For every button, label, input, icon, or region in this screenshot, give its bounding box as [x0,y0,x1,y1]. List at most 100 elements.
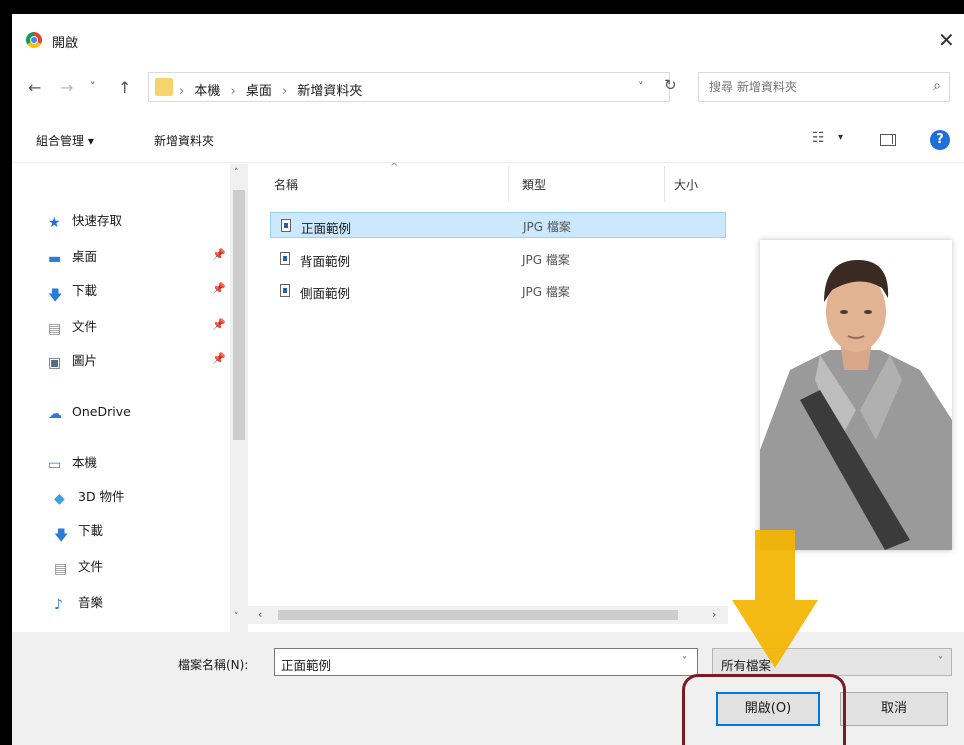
search-input[interactable] [707,79,911,95]
scroll-left-icon[interactable]: ‹ [258,608,262,621]
preview-pane-image [760,240,952,550]
search-box[interactable]: ⌕ [698,72,950,102]
filename-input[interactable]: 正面範例 [274,648,698,676]
organize-menu-button[interactable]: 組合管理 ▾ [36,132,94,149]
filename-label: 檔案名稱(N): [178,658,249,672]
pin-icon[interactable]: 📌 [212,318,226,331]
sidebar-item-label: OneDrive [72,404,131,419]
close-icon[interactable]: ✕ [938,28,955,52]
column-header-type[interactable]: 類型 [522,176,546,193]
file-row[interactable]: 正面範例 JPG 檔案 [270,212,726,238]
sidebar-item-label: 文件 [72,319,98,334]
sidebar-item[interactable]: ▣ 圖片 [48,350,97,372]
document-icon: ▤ [48,320,62,337]
pin-icon[interactable]: 📌 [212,352,226,365]
column-header-size[interactable]: 大小 [674,176,698,193]
column-separator[interactable] [508,166,509,202]
sidebar-item-label: 音樂 [78,595,104,610]
sort-ascending-caret-icon: ^ [390,162,399,173]
forward-arrow-icon[interactable]: → [60,78,73,97]
music-icon: ♪ [54,596,63,613]
sidebar-item-label: 文件 [78,559,104,574]
sidebar-item[interactable]: ▤ 文件 [48,316,97,338]
filename-dropdown-chevron-icon[interactable]: ˅ [682,656,687,667]
file-name: 背面範例 [300,254,351,269]
new-folder-button[interactable]: 新增資料夾 [154,132,214,149]
breadcrumb: › 本機 › 桌面 › 新增資料夾 [179,80,368,99]
open-file-dialog: 開啟 ✕ ← → ˅ ↑ › 本機 › 桌面 › 新增資料夾 ˅ ↻ ⌕ 組合管… [12,14,964,745]
sidebar-item-label: 本機 [72,455,98,470]
refresh-icon[interactable]: ↻ [664,76,677,94]
computer-icon: ▭ [48,456,62,473]
sidebar-item[interactable]: ▭ 本機 [48,452,97,474]
command-toolbar: 組合管理 ▾ 新增資料夾 ☷ ▾ ? [12,118,964,163]
breadcrumb-separator-icon: › [179,84,185,99]
breadcrumb-desktop[interactable]: 桌面 [246,84,272,99]
help-icon[interactable]: ? [930,130,950,150]
address-dropdown-chevron-icon[interactable]: ˅ [638,80,644,93]
download-icon: 🡇 [54,527,69,544]
scroll-up-icon[interactable]: ˄ [234,168,239,178]
column-header-name[interactable]: 名稱 [274,176,298,193]
file-name: 側面範例 [300,286,351,301]
sidebar-item[interactable]: ◆ 3D 物件 [54,486,125,508]
search-icon[interactable]: ⌕ [933,78,941,94]
folder-icon [155,78,173,96]
navigation-pane: ★ 快速存取 ▬ 桌面 📌 🡇 下載 📌 ▤ 文件 📌 ▣ 圖片 📌 ☁ OneDrive ▭ 本機 ◆ 3D 物件 🡇… [12,164,248,634]
title-bar: 開啟 ✕ [12,14,964,66]
file-list-horizontal-scrollbar[interactable]: ‹ › [248,606,728,624]
file-type: JPG 檔案 [523,220,571,234]
breadcrumb-separator-icon: › [230,84,236,99]
star-icon: ★ [48,214,61,231]
cloud-icon: ☁ [48,405,62,422]
breadcrumb-separator-icon: › [282,84,288,99]
jpg-file-icon [280,252,290,265]
pin-icon[interactable]: 📌 [212,282,226,295]
preview-pane-toggle-icon[interactable] [880,134,896,146]
3d-objects-icon: ◆ [54,490,65,507]
download-icon: 🡇 [48,287,63,304]
view-options-icon[interactable]: ☷ [812,130,825,146]
recent-locations-chevron-icon[interactable]: ˅ [90,80,96,93]
file-type-select[interactable]: 所有檔案 ˅ [712,648,952,676]
chrome-icon [26,32,42,48]
sidebar-item[interactable]: ▬ 桌面 [48,246,97,268]
filename-value: 正面範例 [281,658,332,673]
file-type: JPG 檔案 [522,253,570,267]
sidebar-item-label: 下載 [78,523,104,538]
sidebar-item[interactable]: ▤ 文件 [54,556,103,578]
scroll-right-icon[interactable]: › [712,608,716,621]
sidebar-item[interactable]: ☁ OneDrive [48,404,131,426]
jpg-file-icon [281,219,291,232]
file-name: 正面範例 [301,221,352,236]
open-button[interactable]: 開啟(O) [716,692,820,726]
breadcrumb-this-pc[interactable]: 本機 [194,84,220,99]
navigation-pane-scrollbar[interactable]: ˄ ˅ [230,164,248,634]
cancel-button[interactable]: 取消 [840,692,948,726]
back-arrow-icon[interactable]: ← [28,78,41,97]
file-type: JPG 檔案 [522,285,570,299]
dialog-title: 開啟 [52,36,79,51]
sidebar-item-label: 下載 [72,283,98,298]
scrollbar-thumb[interactable] [278,610,678,620]
pictures-icon: ▣ [48,354,62,371]
view-dropdown-chevron-icon[interactable]: ▾ [838,132,843,143]
jpg-file-icon [280,284,290,297]
sidebar-item-label: 桌面 [72,249,98,264]
breadcrumb-new-folder[interactable]: 新增資料夾 [297,84,362,99]
file-type-chevron-icon: ˅ [938,656,943,667]
scrollbar-thumb[interactable] [233,190,245,440]
sidebar-item[interactable]: ★ 快速存取 [48,210,122,232]
sidebar-item[interactable]: 🡇 下載 [54,520,104,544]
file-row[interactable]: 側面範例 JPG 檔案 [270,278,726,304]
up-arrow-icon[interactable]: ↑ [118,78,131,97]
file-row[interactable]: 背面範例 JPG 檔案 [270,246,726,272]
sidebar-item-label: 快速存取 [72,213,123,228]
pin-icon[interactable]: 📌 [212,248,226,261]
column-separator[interactable] [664,166,665,202]
scroll-down-icon[interactable]: ˅ [234,612,239,622]
sidebar-item[interactable]: ♪ 音樂 [54,592,103,614]
sidebar-item[interactable]: 🡇 下載 [48,280,98,304]
address-bar[interactable]: › 本機 › 桌面 › 新增資料夾 [148,72,670,102]
sidebar-item-label: 3D 物件 [78,489,125,504]
